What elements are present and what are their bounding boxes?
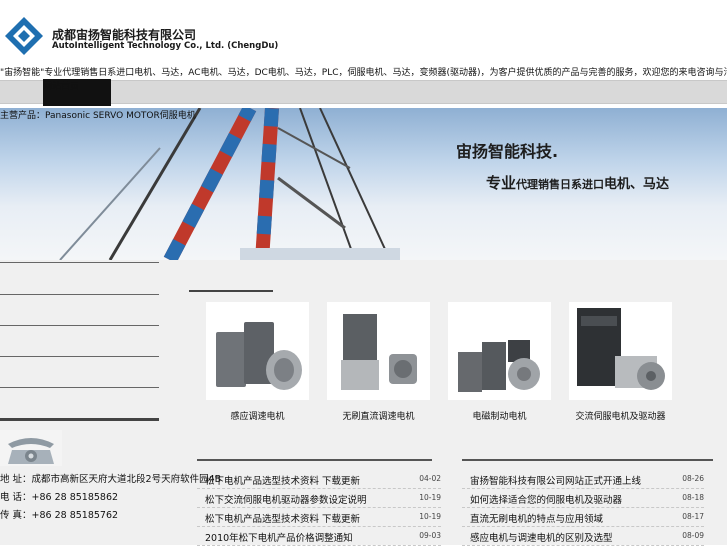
news-row[interactable]: 2010年松下电机产品价格调整通知 09-03 [197, 527, 441, 546]
product-label[interactable]: 感应调速电机 [206, 409, 309, 422]
product-image-induction-motor [216, 322, 302, 390]
contact-phone: 电 话：+86 28 85185862 [0, 492, 119, 503]
news-date: 10-19 [419, 512, 441, 521]
news-row[interactable]: 松下电机产品选型技术资料 下载更新 10-19 [197, 508, 441, 527]
news-title[interactable]: 松下电机产品选型技术资料 下载更新 [205, 473, 360, 487]
nav-item-home-label: 网站首页 [43, 82, 80, 92]
sidebar-divider [0, 356, 159, 357]
news-title[interactable]: 感应电机与调速电机的区别及选型 [470, 530, 613, 544]
product-image-brake-motor [458, 340, 540, 392]
product-label[interactable]: 交流伺服电机及驱动器 [569, 409, 672, 422]
banner-subtitle: 主营产品：Panasonic SERVO MOTOR伺服电机 [0, 111, 196, 121]
product-image-brushless-motor [341, 314, 417, 390]
news-row[interactable]: 感应电机与调速电机的区别及选型 08-09 [462, 527, 704, 546]
banner-slogan-end: 电机、马达 [604, 177, 670, 192]
news-row[interactable]: 如何选择适合您的伺服电机及驱动器 08-18 [462, 489, 704, 508]
sidebar-divider [0, 262, 159, 263]
product-label[interactable]: 无刷直流调速电机 [327, 409, 430, 422]
banner-title: 宙扬智能科技. [456, 142, 559, 161]
sidebar-divider [0, 294, 159, 295]
product-card[interactable] [448, 302, 551, 400]
news-title[interactable]: 如何选择适合您的伺服电机及驱动器 [470, 492, 622, 506]
product-card[interactable] [569, 302, 672, 400]
banner-slogan-big: 专业 [486, 174, 517, 192]
contact-address: 地 址：成都市高新区天府大道北段2号天府软件园4B [0, 474, 222, 485]
company-name-en: AutoIntelligent Technology Co., Ltd. (Ch… [52, 41, 279, 51]
company-logo[interactable] [4, 16, 44, 56]
news-date: 08-26 [682, 474, 704, 483]
news-title[interactable]: 2010年松下电机产品价格调整通知 [205, 530, 353, 544]
news-row[interactable]: 松下交流伺服电机驱动器参数设定说明 10-19 [197, 489, 441, 508]
sidebar-divider [0, 325, 159, 326]
news-date: 10-19 [419, 493, 441, 502]
banner-slogan-small: 代理销售日系进口 [516, 178, 605, 191]
news-title[interactable]: 宙扬智能科技有限公司网站正式开通上线 [470, 473, 641, 487]
products-header-rule [189, 290, 273, 292]
news-date: 08-09 [682, 531, 704, 540]
news-date: 08-17 [682, 512, 704, 521]
news-date: 09-03 [419, 531, 441, 540]
product-label[interactable]: 电磁制动电机 [448, 409, 551, 422]
product-card[interactable] [206, 302, 309, 400]
intro-text: "宙扬智能"专业代理销售日系进口电机、马达，AC电机、马达，DC电机、马达，PL… [0, 68, 727, 78]
news-right-header-rule [462, 459, 713, 461]
news-date: 08-18 [682, 493, 704, 502]
telephone-icon [0, 430, 62, 466]
contact-header-rule [0, 418, 159, 421]
sidebar-divider [0, 387, 159, 388]
banner-slogan: 专业代理销售日系进口电机、马达 [486, 172, 669, 193]
product-card[interactable] [327, 302, 430, 400]
news-row[interactable]: 宙扬智能科技有限公司网站正式开通上线 08-26 [462, 470, 704, 489]
product-image-servo-motor-driver [577, 308, 665, 390]
news-date: 04-02 [419, 474, 441, 483]
news-title[interactable]: 松下电机产品选型技术资料 下载更新 [205, 511, 360, 525]
contact-fax: 传 真：+86 28 85185762 [0, 510, 119, 521]
news-row[interactable]: 直流无刷电机的特点与应用领域 08-17 [462, 508, 704, 527]
news-row[interactable]: 松下电机产品选型技术资料 下载更新 04-02 [197, 470, 441, 489]
news-title[interactable]: 直流无刷电机的特点与应用领域 [470, 511, 603, 525]
news-left-header-rule [197, 459, 432, 461]
news-title[interactable]: 松下交流伺服电机驱动器参数设定说明 [205, 492, 367, 506]
nav-item-home[interactable]: 网站首页 [43, 79, 111, 106]
